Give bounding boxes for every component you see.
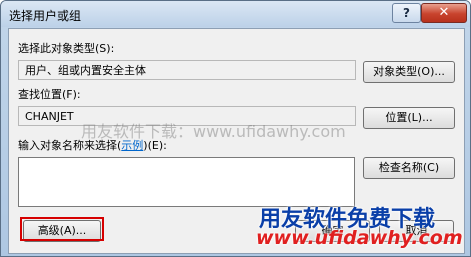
close-button[interactable]: ✕ (421, 3, 467, 23)
url-watermark: www.ufidawhy.com (256, 227, 463, 249)
help-button[interactable]: ? (392, 3, 421, 23)
locations-button[interactable]: 位置(L)... (363, 107, 455, 129)
object-types-button[interactable]: 对象类型(O)... (363, 61, 455, 83)
advanced-button-highlight (20, 217, 104, 241)
location-label: 查找位置(F): (18, 88, 81, 101)
select-users-or-groups-dialog: 选择用户或组 ? ✕ 选择此对象类型(S): 用户、组或内置安全主体 对象类型(… (0, 0, 471, 257)
center-watermark: 用友软件下载：www.ufidawhy.com (81, 122, 346, 141)
check-names-button[interactable]: 检查名称(C) (363, 157, 455, 179)
object-type-field: 用户、组或内置安全主体 (18, 60, 356, 80)
object-names-input[interactable] (18, 157, 355, 207)
object-type-label: 选择此对象类型(S): (18, 42, 115, 55)
dialog-title: 选择用户或组 (9, 9, 82, 23)
title-bar[interactable]: 选择用户或组 ? ✕ (1, 1, 470, 27)
